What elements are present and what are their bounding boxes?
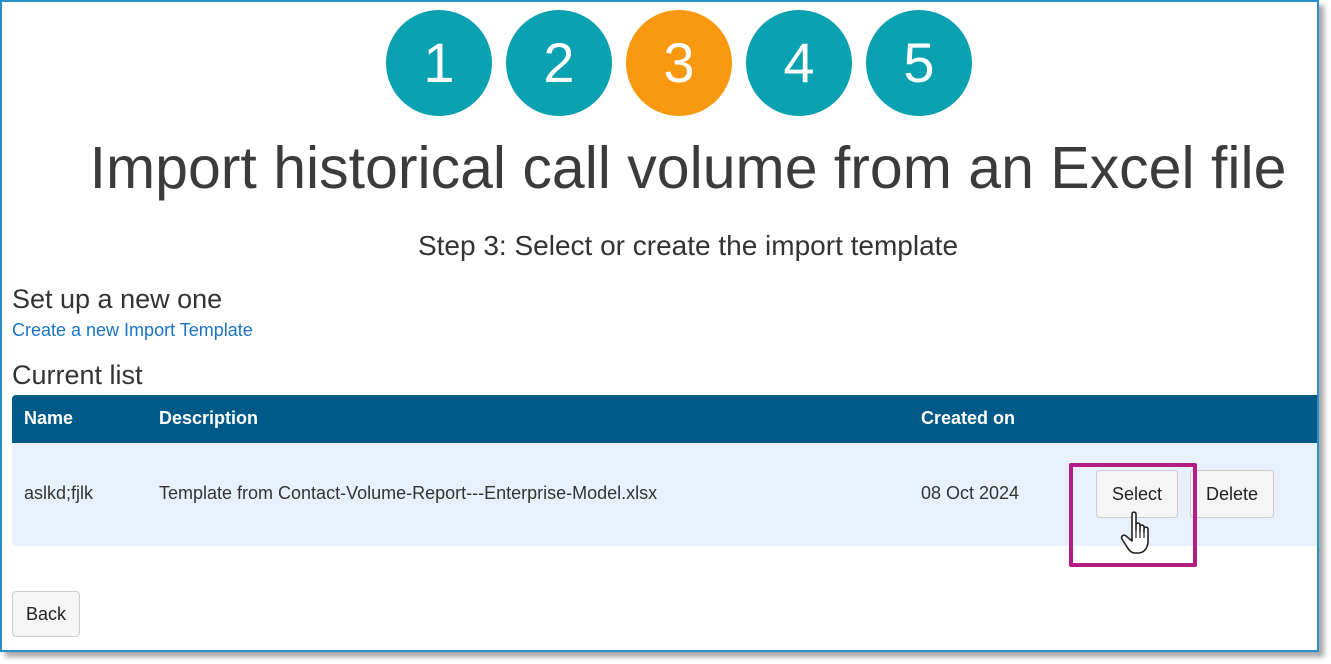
page-subtitle: Step 3: Select or create the import temp… xyxy=(417,230,959,261)
hand-pointer-icon xyxy=(1120,511,1149,554)
cell-name: aslkd;fjlk xyxy=(24,483,94,503)
step-1[interactable]: 1 xyxy=(386,10,492,116)
back-button[interactable]: Back xyxy=(12,591,80,637)
delete-button[interactable]: Delete xyxy=(1190,470,1274,518)
column-header-created-on: Created on xyxy=(921,408,1016,428)
app-window: 1 2 3 4 5 Import historical call volume … xyxy=(0,0,1319,652)
table-header: Name Description Created on xyxy=(12,395,1317,443)
step-3-active[interactable]: 3 xyxy=(626,10,732,116)
new-template-heading: Set up a new one xyxy=(12,284,223,314)
create-import-template-link[interactable]: Create a new Import Template xyxy=(12,320,253,341)
step-2[interactable]: 2 xyxy=(506,10,612,116)
current-list-heading: Current list xyxy=(12,360,143,390)
wizard-steps: 1 2 3 4 5 xyxy=(386,8,976,118)
page-title: Import historical call volume from an Ex… xyxy=(89,135,1287,201)
cell-created-on: 08 Oct 2024 xyxy=(921,483,1020,503)
step-4[interactable]: 4 xyxy=(746,10,852,116)
column-header-description: Description xyxy=(159,408,259,428)
cell-description: Template from Contact-Volume-Report---En… xyxy=(159,483,658,503)
step-5[interactable]: 5 xyxy=(866,10,972,116)
column-header-name: Name xyxy=(24,408,74,428)
